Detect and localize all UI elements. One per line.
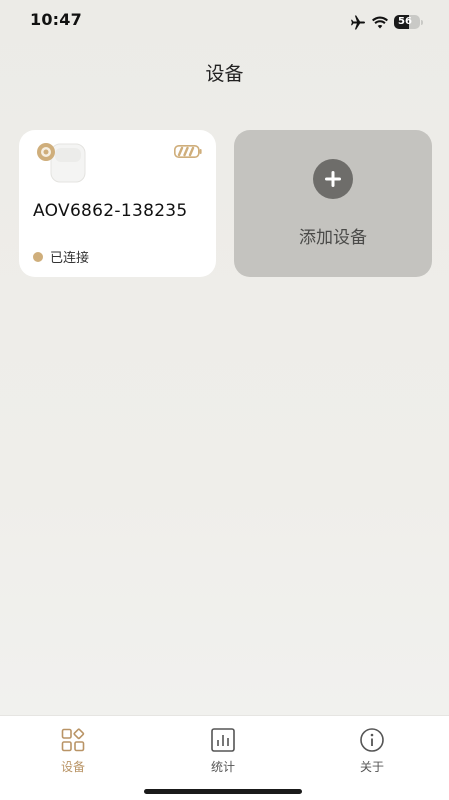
device-name: AOV6862-138235: [33, 201, 188, 221]
info-icon: [359, 727, 385, 753]
earbuds-case-icon: [33, 140, 93, 184]
wifi-icon: [372, 16, 388, 29]
nav-item-statistics[interactable]: 统计: [183, 727, 263, 779]
status-time: 10:47: [30, 10, 82, 29]
battery-outline-icon: [174, 143, 202, 162]
nav-label: 关于: [359, 760, 384, 774]
page-title: 设备: [205, 63, 244, 85]
nav-item-about[interactable]: 关于: [332, 727, 412, 779]
battery-level-text: 56: [398, 16, 412, 27]
home-indicator: [144, 789, 302, 794]
add-device-button[interactable]: 添加设备: [234, 130, 432, 277]
status-bar: 10:47 56: [0, 0, 449, 44]
status-icons: 56: [349, 13, 423, 31]
battery-icon: 56: [394, 15, 423, 29]
add-device-label: 添加设备: [299, 228, 367, 248]
status-dot: [33, 251, 43, 262]
connection-status: 已连接: [33, 247, 89, 266]
plus-icon: [313, 159, 353, 199]
airplane-icon: [349, 15, 366, 30]
nav-label: 设备: [60, 760, 85, 774]
bottom-nav: 设备 统计 关于: [0, 715, 449, 800]
device-card[interactable]: AOV6862-138235 已连接: [19, 130, 216, 277]
nav-item-devices[interactable]: 设备: [33, 727, 113, 779]
status-label: 已连接: [50, 251, 90, 266]
nav-label: 统计: [210, 760, 235, 774]
chart-icon: [210, 727, 236, 753]
grid-icon: [60, 727, 86, 753]
